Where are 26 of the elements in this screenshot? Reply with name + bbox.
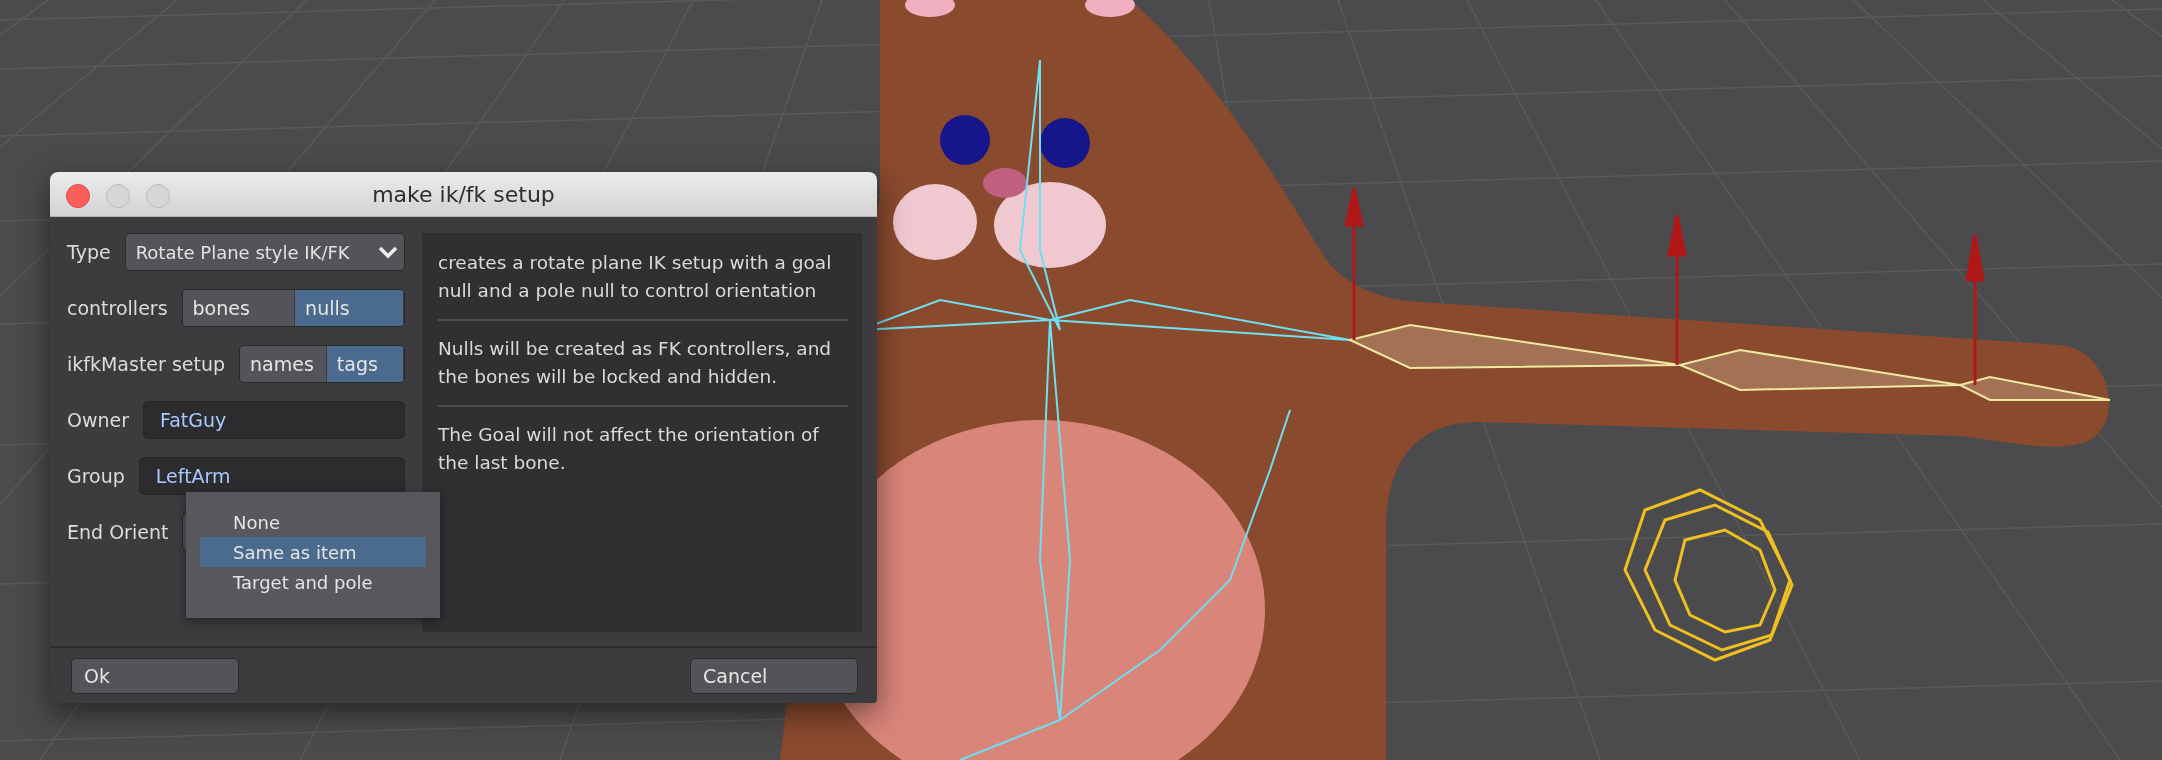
segment-option[interactable]: names	[240, 346, 327, 382]
group-field[interactable]: LeftArm	[138, 457, 405, 495]
segment-option[interactable]: tags	[326, 346, 404, 382]
close-icon[interactable]	[66, 184, 90, 208]
zoom-icon[interactable]	[146, 184, 170, 208]
field-label: controllers	[67, 297, 168, 319]
cancel-button[interactable]: Cancel	[690, 657, 858, 694]
field-label: ikfkMaster setup	[67, 353, 226, 375]
type-dropdown[interactable]: Rotate Plane style IK/FK	[124, 233, 405, 271]
description-text: The Goal will not affect the orientation of the last bone.	[438, 423, 820, 475]
ok-button[interactable]: Ok	[71, 657, 239, 694]
field-label: End Orient	[67, 521, 169, 543]
minimize-icon[interactable]	[106, 184, 130, 208]
chevron-down-icon	[378, 245, 398, 259]
field-label: Owner	[67, 409, 130, 431]
description-text: creates a rotate plane IK setup with a goal null and a pole null to control orientation	[438, 251, 833, 303]
description-text: Nulls will be created as FK controllers, and the bones will be locked and hidden.	[438, 337, 833, 389]
segment-option[interactable]: bones	[182, 290, 296, 326]
menu-item[interactable]: Same as item	[200, 537, 426, 567]
menu-item[interactable]: None	[200, 507, 426, 537]
field-label: Group	[67, 465, 125, 487]
menu-item[interactable]: Target and pole	[200, 567, 426, 597]
window-title: make ik/fk setup	[372, 181, 555, 207]
segment-option[interactable]: nulls	[295, 290, 404, 326]
owner-field[interactable]: FatGuy	[143, 401, 405, 439]
field-label: Type	[67, 241, 111, 263]
